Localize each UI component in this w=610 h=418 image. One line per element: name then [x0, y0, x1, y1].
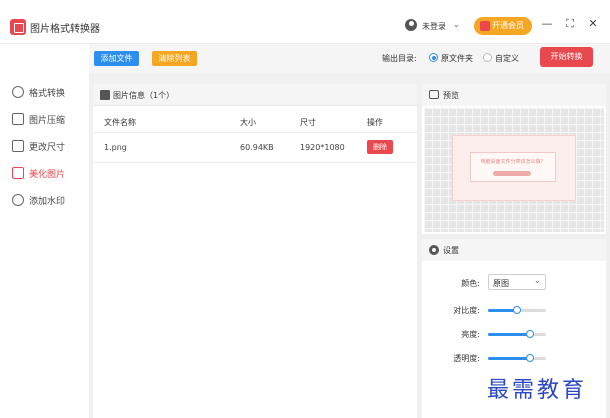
- app-logo-icon: [10, 19, 26, 35]
- brightness-slider-fill: [488, 333, 530, 336]
- transparency-slider-handle[interactable]: [525, 354, 534, 362]
- compress-icon: [12, 113, 24, 125]
- maximize-button[interactable]: ⛶: [563, 16, 577, 32]
- contrast-label: 对比度:: [453, 306, 480, 315]
- minimize-button[interactable]: —: [540, 16, 554, 32]
- cell-file-name: 1.png: [104, 143, 127, 152]
- sidebar-item-label: 更改尺寸: [29, 142, 66, 153]
- cell-file-size: 60.94KB: [240, 143, 274, 152]
- preview-image-pill: [493, 171, 531, 176]
- beautify-icon: [12, 167, 24, 179]
- color-label: 颜色:: [461, 279, 480, 288]
- color-select-value: 原图: [493, 279, 509, 288]
- row-divider: [93, 162, 417, 163]
- chevron-down-icon[interactable]: ⌄: [453, 20, 460, 29]
- sidebar-item-compress[interactable]: 图片压缩: [12, 111, 65, 127]
- output-dir-label: 输出目录:: [382, 54, 417, 63]
- transparency-label: 透明度:: [453, 354, 480, 363]
- convert-icon: [12, 86, 24, 98]
- brightness-slider-handle[interactable]: [525, 330, 534, 338]
- settings-title: 设置: [443, 246, 459, 255]
- close-button[interactable]: ✕: [586, 16, 600, 32]
- vip-button-label: 开通会员: [492, 21, 524, 30]
- column-header-action: 操作: [367, 118, 383, 127]
- preview-icon: [429, 90, 439, 99]
- user-icon[interactable]: [405, 19, 417, 31]
- watermark-icon: [12, 194, 24, 206]
- preview-image-text: 电脑桌面文件分类该怎么做？: [480, 159, 546, 165]
- add-file-button[interactable]: 添加文件: [94, 51, 139, 66]
- sidebar-item-label: 图片压缩: [29, 115, 66, 126]
- preview-title: 预览: [443, 91, 459, 100]
- file-panel-title: 图片信息（1个）: [113, 91, 175, 100]
- header-divider: [93, 132, 417, 133]
- transparency-slider[interactable]: [488, 354, 546, 362]
- sidebar-item-format-convert[interactable]: 格式转换: [12, 84, 65, 100]
- radio-original-folder[interactable]: [429, 53, 438, 62]
- sidebar-item-label: 添加水印: [29, 196, 66, 207]
- chevron-down-icon: ⌄: [534, 276, 541, 285]
- gear-icon: [429, 245, 439, 255]
- resize-icon: [12, 140, 24, 152]
- sidebar-item-beautify[interactable]: 美化图片: [12, 165, 65, 181]
- vip-icon: [480, 21, 490, 31]
- sidebar-item-resize[interactable]: 更改尺寸: [12, 138, 65, 154]
- vip-button[interactable]: 开通会员: [474, 17, 532, 35]
- contrast-slider-handle[interactable]: [513, 306, 521, 314]
- preview-image-card: [470, 152, 556, 182]
- start-convert-button[interactable]: 开始转换: [540, 47, 593, 67]
- column-header-size: 大小: [240, 118, 256, 127]
- radio-original-folder-label[interactable]: 原文件夹: [441, 53, 473, 64]
- sidebar-item-watermark[interactable]: 添加水印: [12, 192, 65, 208]
- app-title: 图片格式转换器: [30, 24, 100, 35]
- radio-custom-folder[interactable]: [483, 53, 492, 62]
- brightness-label: 亮度:: [461, 330, 480, 339]
- login-status[interactable]: 未登录: [422, 21, 446, 32]
- clear-list-button[interactable]: 清除列表: [152, 51, 197, 66]
- watermark-logo: 最需教育: [487, 378, 588, 403]
- radio-custom-folder-label[interactable]: 自定义: [495, 53, 519, 64]
- sidebar: [0, 44, 89, 418]
- sidebar-item-label: 格式转换: [29, 88, 66, 99]
- image-info-icon: [100, 90, 110, 100]
- column-header-name: 文件名称: [104, 118, 136, 127]
- file-list-panel: [93, 84, 417, 418]
- brightness-slider[interactable]: [488, 330, 546, 338]
- column-header-dimensions: 尺寸: [300, 118, 316, 127]
- contrast-slider[interactable]: [488, 306, 546, 314]
- sidebar-item-label: 美化图片: [29, 169, 66, 180]
- delete-button[interactable]: 删除: [367, 140, 393, 154]
- transparency-slider-fill: [488, 357, 530, 360]
- cell-file-dimensions: 1920*1080: [300, 143, 345, 152]
